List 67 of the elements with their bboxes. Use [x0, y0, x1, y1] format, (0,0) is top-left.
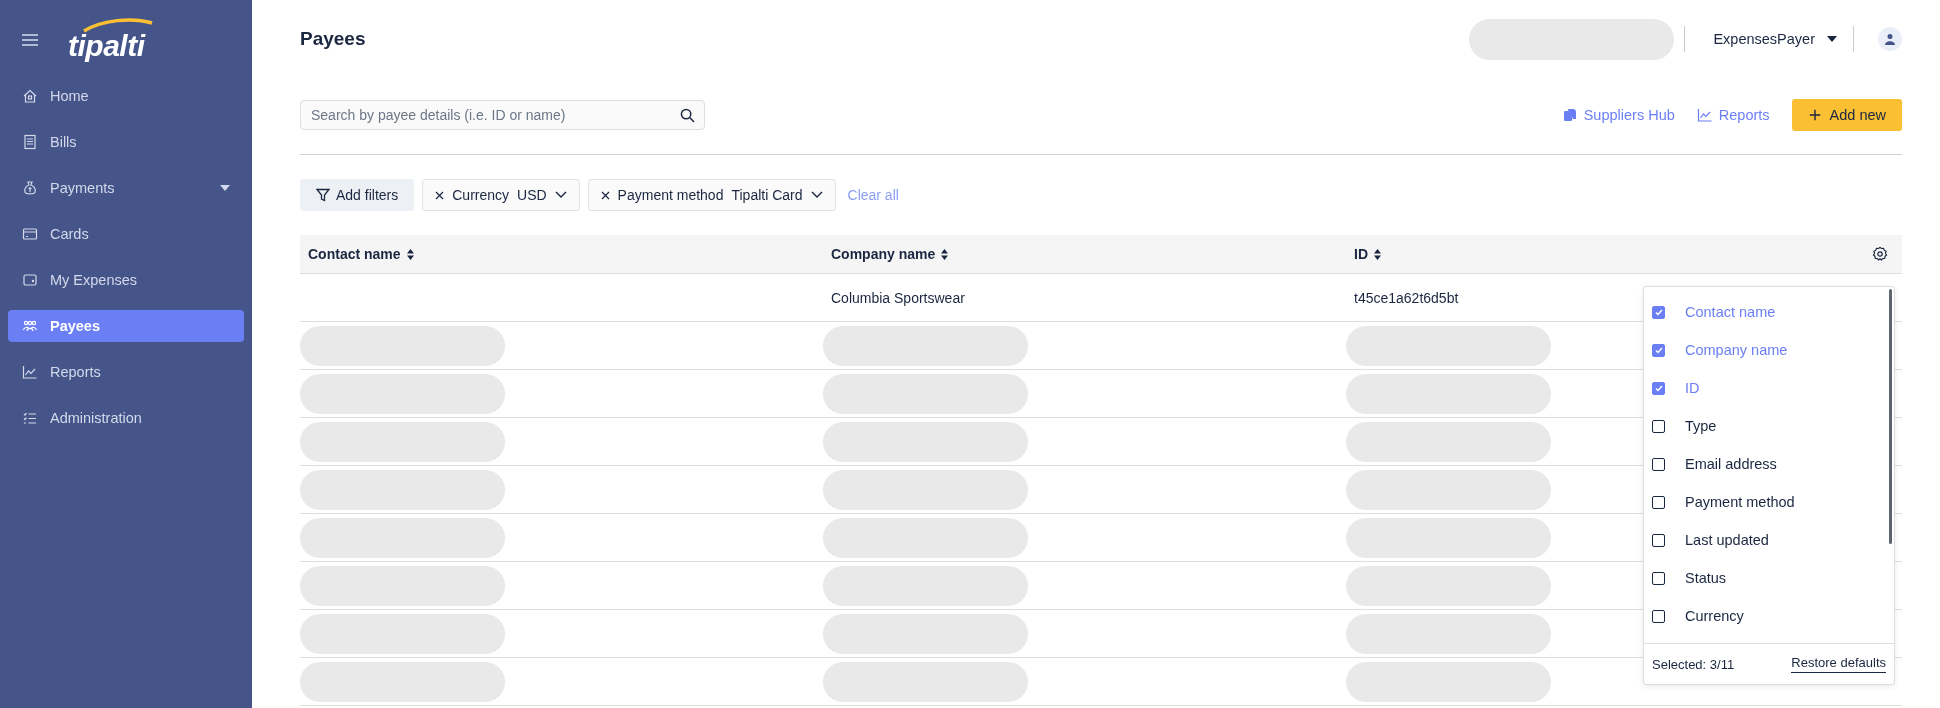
sidebar-item[interactable]: Reports [8, 356, 244, 388]
column-option[interactable]: Email address [1644, 445, 1894, 483]
checkbox[interactable] [1652, 381, 1665, 395]
filter-chip[interactable]: Payment method Tipalti Card [587, 179, 836, 211]
checkbox[interactable] [1652, 343, 1665, 357]
wallet-icon [22, 272, 38, 288]
checkbox[interactable] [1652, 457, 1665, 471]
logo[interactable]: tipalti [68, 17, 151, 63]
close-icon [435, 190, 445, 200]
line-chart-icon [22, 364, 38, 380]
plus-icon [1807, 108, 1822, 122]
sidebar-item[interactable]: Payments [8, 172, 244, 204]
add-filters-button[interactable]: Add filters [300, 179, 415, 211]
column-option[interactable]: ID [1644, 369, 1894, 407]
sidebar-item[interactable]: Payees [8, 310, 244, 342]
sort-icon [941, 248, 949, 260]
sidebar-item[interactable]: My Expenses [8, 264, 244, 296]
sort-icon [406, 248, 414, 260]
add-new-button[interactable]: Add new [1791, 99, 1902, 131]
search-icon [680, 108, 695, 123]
close-icon [600, 190, 610, 200]
sort-icon [1374, 248, 1381, 260]
line-chart-icon [1696, 107, 1713, 123]
account-dropdown[interactable]: ExpensesPayer [1707, 30, 1843, 48]
page-title: Payees [300, 28, 367, 50]
sidebar-item[interactable]: Cards [8, 218, 244, 250]
house-icon [22, 88, 38, 104]
table-cell-text: Columbia Sportswear [830, 289, 966, 306]
column-option[interactable]: Payment method [1644, 483, 1894, 521]
sidebar-item[interactable]: Home [8, 80, 244, 112]
checkbox[interactable] [1652, 571, 1665, 585]
documents-icon [1561, 107, 1578, 123]
sidebar-item[interactable]: Bills [8, 126, 244, 158]
credit-card-icon [22, 226, 38, 242]
checkbox[interactable] [1652, 419, 1665, 433]
filter-chip[interactable]: Currency USD [422, 179, 580, 211]
checkbox[interactable] [1652, 495, 1665, 509]
search-field[interactable]: Search by payee details (i.e. ID or name) [300, 100, 705, 130]
chevron-down-icon [810, 191, 823, 199]
selected-count: Selected: 3/11 [1652, 656, 1735, 672]
column-option[interactable]: Company name [1644, 331, 1894, 369]
checkbox[interactable] [1652, 305, 1665, 319]
table-cell-text: t45ce1a62t6d5bt [1353, 289, 1460, 306]
link[interactable]: Suppliers Hub [1561, 107, 1675, 123]
link[interactable]: Reports [1696, 107, 1770, 123]
checkbox[interactable] [1652, 533, 1665, 547]
sidebar-item[interactable]: Administration [8, 402, 244, 434]
column-header[interactable]: Company name [823, 245, 1346, 263]
column-header[interactable]: Contact name [300, 245, 823, 263]
column-option[interactable]: Status [1644, 559, 1894, 597]
column-header[interactable]: ID [1346, 245, 1872, 263]
user-avatar[interactable] [1878, 27, 1902, 51]
column-option[interactable]: Last updated [1644, 521, 1894, 559]
checkbox[interactable] [1652, 609, 1665, 623]
money-bag-icon [22, 180, 38, 196]
restore-defaults-link[interactable]: Restore defaults [1791, 655, 1886, 673]
people-icon [22, 318, 38, 334]
menu-icon[interactable] [22, 34, 38, 46]
column-option[interactable]: Currency [1644, 597, 1894, 635]
column-option[interactable]: Type [1644, 407, 1894, 445]
caret-icon [220, 185, 230, 191]
caret-icon [1827, 36, 1837, 42]
receipt-icon [22, 134, 38, 150]
checklist-icon [22, 410, 38, 426]
filter-icon [316, 188, 330, 202]
chevron-down-icon [554, 191, 567, 199]
column-option[interactable]: Contact name [1644, 293, 1894, 331]
